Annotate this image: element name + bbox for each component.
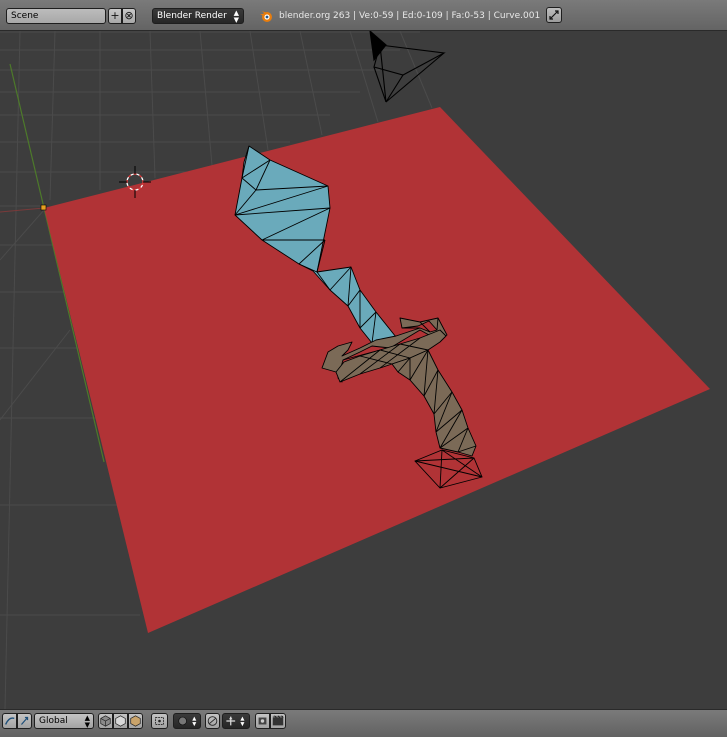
manipulator-icon: ▲▼ [226, 716, 245, 727]
snap-icon [258, 717, 267, 725]
render-engine-label: Blender Render [157, 11, 227, 21]
viewport-shading-wire-button[interactable] [113, 713, 128, 729]
manipulator-select[interactable]: ▲ ▼ [222, 713, 250, 729]
dropdown-arrows-icon: ▲ ▼ [84, 714, 90, 729]
3d-viewport[interactable] [0, 31, 727, 709]
x-icon: ⊗ [124, 9, 134, 22]
scene-statistics: blender.org 263 | Ve:0-59 | Ed:0-109 | F… [279, 11, 541, 21]
editor-type-icon [4, 717, 15, 725]
interaction-mode-icon [21, 716, 29, 725]
plus-icon: + [110, 9, 120, 22]
scene-name-field[interactable]: Scene [6, 8, 106, 24]
interaction-mode-button[interactable] [17, 713, 32, 729]
y-axis-line [9, 63, 45, 209]
maximize-area-button[interactable] [546, 7, 562, 23]
add-scene-button[interactable]: + [108, 8, 122, 24]
remove-scene-button[interactable]: ⊗ [122, 8, 136, 24]
3d-view-header: Global ▲ ▼ ▲ ▼ ▲ ▼ [0, 709, 727, 737]
plane-origin-dot [40, 204, 47, 211]
transform-orientation-label: Global [39, 716, 68, 726]
camera-object[interactable] [369, 31, 446, 103]
render-animation-icon [272, 715, 284, 726]
pivot-point-button[interactable] [151, 713, 168, 729]
proportional-edit-button[interactable] [205, 713, 220, 729]
blender-logo-icon [260, 11, 272, 22]
shading-mode-select[interactable]: ▲ ▼ [173, 713, 201, 729]
viewport-shading-wire-icon [115, 715, 126, 727]
fullscreen-icon [549, 10, 559, 20]
svg-text:▼: ▼ [240, 721, 245, 727]
svg-text:▼: ▼ [192, 721, 197, 727]
snap-button[interactable] [255, 713, 270, 729]
shading-sphere-icon: ▲▼ [178, 716, 197, 727]
viewport-shading-texture-icon [130, 715, 141, 727]
editor-type-button[interactable] [2, 713, 17, 729]
viewport-canvas[interactable] [0, 31, 727, 709]
render-button[interactable] [270, 713, 286, 729]
proportional-edit-icon [207, 716, 218, 726]
transform-orientation-select[interactable]: Global ▲ ▼ [34, 713, 94, 729]
viewport-shading-texture-button[interactable] [128, 713, 143, 729]
dropdown-arrows-icon: ▲ ▼ [233, 9, 239, 24]
viewport-shading-solid-button[interactable] [98, 713, 113, 729]
render-engine-select[interactable]: Blender Render ▲ ▼ [152, 8, 244, 24]
x-axis-line [0, 207, 45, 213]
ground-plane[interactable] [44, 107, 710, 633]
info-header: Scene + ⊗ Blender Render ▲ ▼ blender.org … [0, 0, 727, 31]
pivot-point-icon [155, 717, 164, 725]
viewport-shading-solid-icon [100, 715, 111, 727]
